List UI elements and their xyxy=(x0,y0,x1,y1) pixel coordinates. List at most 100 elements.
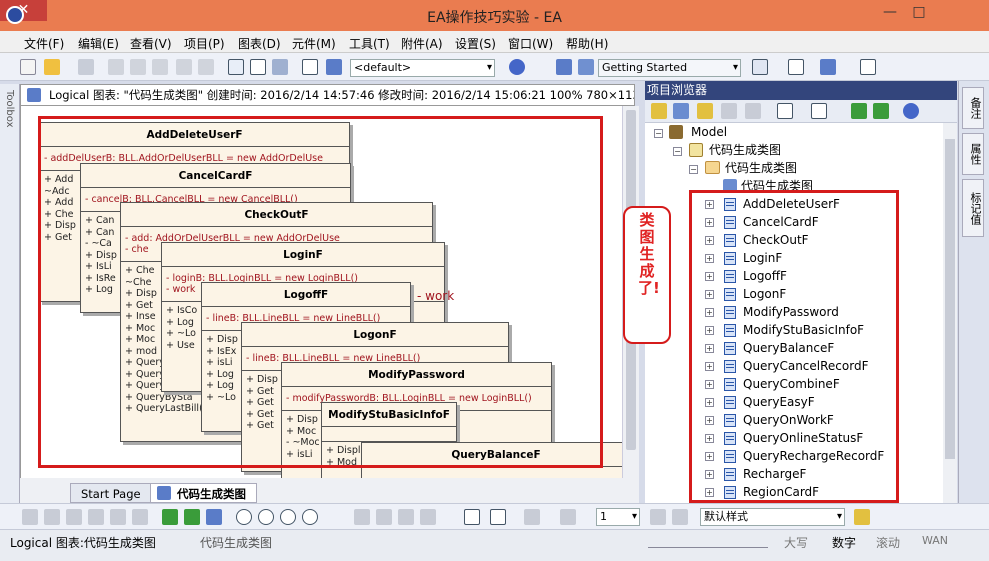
paste-icon[interactable] xyxy=(152,59,168,75)
menu-element[interactable]: 元件(M) xyxy=(292,35,336,52)
arrow-up-icon[interactable] xyxy=(851,103,867,119)
zoom-out-icon[interactable] xyxy=(258,509,274,525)
tree-scrollbar[interactable] xyxy=(943,123,957,503)
highlight-icon[interactable] xyxy=(854,509,870,525)
same-width-icon[interactable] xyxy=(110,509,126,525)
forward-icon[interactable] xyxy=(184,509,200,525)
menu-addins[interactable]: 附件(A) xyxy=(401,35,443,52)
menu-settings[interactable]: 设置(S) xyxy=(455,35,496,52)
layout-icon[interactable] xyxy=(578,59,594,75)
align-top-icon[interactable] xyxy=(66,509,82,525)
align-left-icon[interactable] xyxy=(22,509,38,525)
collapse-toggle[interactable]: − xyxy=(689,165,698,174)
tab-start-page[interactable]: Start Page xyxy=(70,483,152,503)
redo-icon[interactable] xyxy=(198,59,214,75)
menu-view[interactable]: 查看(V) xyxy=(130,35,172,52)
line-color-icon[interactable] xyxy=(560,509,576,525)
tree-node-view[interactable]: 代码生成类图 xyxy=(709,141,781,159)
list-icon[interactable] xyxy=(302,59,318,75)
perspective-select[interactable]: <default> xyxy=(350,59,495,77)
menu-help[interactable]: 帮助(H) xyxy=(566,35,608,52)
new-diagram-icon[interactable] xyxy=(673,103,689,119)
view-icon xyxy=(689,143,703,157)
toolbox-strip[interactable]: Toolbox xyxy=(0,84,20,504)
font-icon[interactable] xyxy=(464,509,480,525)
collapse-toggle[interactable]: − xyxy=(673,147,682,156)
move-icon[interactable] xyxy=(721,103,737,119)
diagram-icon xyxy=(157,486,171,500)
callout-note: 类图生成了! xyxy=(623,206,671,344)
status-bar: Logical 图表:代码生成类图 代码生成类图 大写 数字 滚动 WAN xyxy=(0,529,989,561)
same-height-icon[interactable] xyxy=(132,509,148,525)
menu-window[interactable]: 窗口(W) xyxy=(508,35,553,52)
panel-icon[interactable] xyxy=(788,59,804,75)
annotation-red-box-tree xyxy=(689,190,899,503)
diagram-icon xyxy=(27,88,41,102)
target-icon[interactable] xyxy=(509,59,525,75)
properties-icon[interactable] xyxy=(777,103,793,119)
back-icon[interactable] xyxy=(162,509,178,525)
line-width-select[interactable]: 1 xyxy=(596,508,640,526)
edit-icon[interactable] xyxy=(376,509,392,525)
collapse-toggle[interactable]: − xyxy=(654,129,663,138)
tree-scroll-thumb[interactable] xyxy=(945,139,955,459)
tree-node-package[interactable]: 代码生成类图 xyxy=(725,159,797,177)
status-diagram-name: 代码生成类图 xyxy=(200,536,273,550)
menu-file[interactable]: 文件(F) xyxy=(24,35,64,52)
align-right-icon[interactable] xyxy=(44,509,60,525)
undo-icon[interactable] xyxy=(176,59,192,75)
window-layout-icon[interactable] xyxy=(752,59,768,75)
delete-icon[interactable] xyxy=(420,509,436,525)
status-caps: 大写 xyxy=(784,536,809,550)
tree-node-model[interactable]: Model xyxy=(691,123,727,141)
zoom-in-icon[interactable] xyxy=(236,509,252,525)
zoom-slider[interactable] xyxy=(648,536,768,548)
tab-tagged-values[interactable]: 标记值 xyxy=(962,179,984,237)
find-icon[interactable] xyxy=(228,59,244,75)
grid-icon[interactable] xyxy=(326,59,342,75)
pick-style-icon[interactable] xyxy=(672,509,688,525)
project-browser-toolbar xyxy=(645,100,957,123)
menu-diagram[interactable]: 图表(D) xyxy=(238,35,281,52)
callout-text: 类图生成了! xyxy=(638,211,660,297)
help-icon[interactable] xyxy=(903,103,919,119)
cut-icon[interactable] xyxy=(108,59,124,75)
home-icon[interactable] xyxy=(206,509,222,525)
copy-icon[interactable] xyxy=(130,59,146,75)
workspace-icon[interactable] xyxy=(556,59,572,75)
layout-diagram-icon[interactable] xyxy=(354,509,370,525)
open-folder-icon[interactable] xyxy=(44,59,60,75)
workspace-select[interactable]: Getting Started xyxy=(598,59,741,77)
zoom-100-icon[interactable] xyxy=(302,509,318,525)
dock-icon[interactable] xyxy=(860,59,876,75)
new-element-icon[interactable] xyxy=(697,103,713,119)
print-icon[interactable] xyxy=(272,59,288,75)
align-bottom-icon[interactable] xyxy=(88,509,104,525)
new-package-icon[interactable] xyxy=(651,103,667,119)
style-select[interactable]: 默认样式 xyxy=(700,508,845,526)
format-painter-icon[interactable] xyxy=(650,509,666,525)
maximize-button[interactable]: □ xyxy=(905,4,933,24)
tab-diagram[interactable]: 代码生成类图 xyxy=(150,483,257,503)
fill-color-icon[interactable] xyxy=(524,509,540,525)
copy-doc-icon[interactable] xyxy=(811,103,827,119)
page-icon[interactable] xyxy=(250,59,266,75)
arrow-down-icon[interactable] xyxy=(873,103,889,119)
new-icon[interactable] xyxy=(20,59,36,75)
save-icon[interactable] xyxy=(78,59,94,75)
font-color-icon[interactable] xyxy=(490,509,506,525)
menu-edit[interactable]: 编辑(E) xyxy=(78,35,119,52)
tab-properties[interactable]: 属性 xyxy=(962,133,984,175)
package-folder-icon xyxy=(705,161,720,174)
zoom-fit-icon[interactable] xyxy=(280,509,296,525)
link-icon[interactable] xyxy=(745,103,761,119)
status-scroll: 滚动 xyxy=(876,536,901,550)
brush-icon[interactable] xyxy=(398,509,414,525)
panel-title-text: 项目浏览器 xyxy=(647,83,708,97)
minimize-button[interactable]: — xyxy=(876,4,904,24)
bar-icon[interactable] xyxy=(820,59,836,75)
menu-project[interactable]: 项目(P) xyxy=(184,35,225,52)
model-icon xyxy=(669,125,683,139)
menu-tools[interactable]: 工具(T) xyxy=(349,35,390,52)
tab-notes[interactable]: 备注 xyxy=(962,87,984,129)
